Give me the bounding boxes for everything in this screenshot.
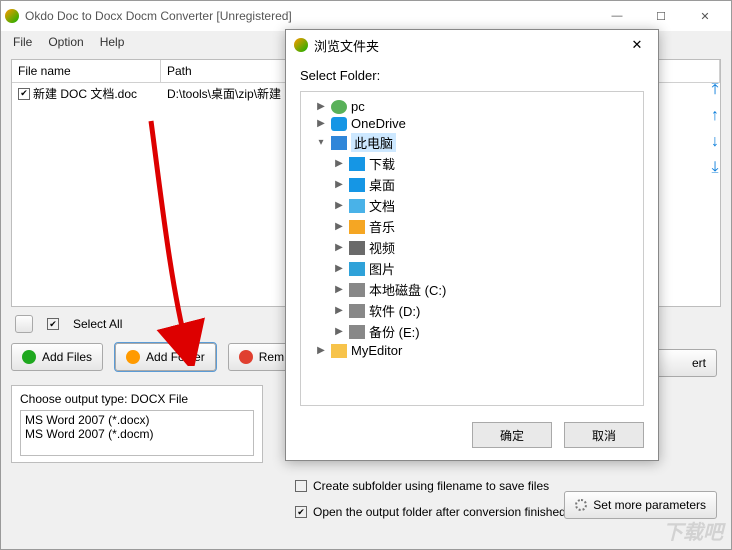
gear-icon: [575, 499, 587, 511]
desktop-icon: [349, 178, 365, 192]
drive-icon: [349, 304, 365, 318]
folder-icon: [331, 344, 347, 358]
watermark: 下载吧: [663, 516, 723, 545]
dialog-cancel-button[interactable]: 取消: [564, 422, 644, 448]
opt-subfolder: Create subfolder using filename to save …: [295, 479, 549, 493]
select-all-checkbox[interactable]: [47, 318, 59, 330]
dialog-app-icon: [294, 38, 308, 52]
music-icon: [349, 220, 365, 234]
subfolder-checkbox[interactable]: [295, 480, 307, 492]
select-all-label: Select All: [73, 317, 122, 331]
video-icon: [349, 241, 365, 255]
drive-icon: [349, 325, 365, 339]
dialog-ok-button[interactable]: 确定: [472, 422, 552, 448]
output-type-label: Choose output type: DOCX File: [20, 392, 254, 406]
minimize-button[interactable]: —: [595, 2, 639, 30]
tree-item-desktop[interactable]: ▶桌面: [305, 174, 639, 195]
subfolder-label: Create subfolder using filename to save …: [313, 479, 549, 493]
set-more-parameters-button[interactable]: Set more parameters: [564, 491, 717, 519]
dialog-close-button[interactable]: ✕: [624, 34, 650, 56]
set-more-label: Set more parameters: [593, 498, 706, 512]
main-window: Okdo Doc to Docx Docm Converter [Unregis…: [0, 0, 732, 550]
folder-tree[interactable]: ▶pc ▶OneDrive ▾此电脑 ▶下载 ▶桌面 ▶文档 ▶音乐 ▶视频 ▶…: [300, 91, 644, 406]
add-folder-button[interactable]: Add Folder: [115, 343, 216, 371]
move-top-button[interactable]: ⤒: [705, 81, 725, 99]
documents-icon: [349, 199, 365, 213]
close-button[interactable]: ✕: [683, 2, 727, 30]
openfolder-label: Open the output folder after conversion …: [313, 505, 566, 519]
output-section: Choose output type: DOCX File MS Word 20…: [11, 385, 263, 463]
dialog-title: 浏览文件夹: [314, 36, 379, 55]
preview-toggle-button[interactable]: [15, 315, 33, 333]
openfolder-checkbox[interactable]: [295, 506, 307, 518]
minus-icon: [239, 350, 253, 364]
tree-item-video[interactable]: ▶视频: [305, 237, 639, 258]
tree-item-pc[interactable]: ▶pc: [305, 98, 639, 115]
convert-label: ert: [692, 356, 706, 370]
row-checkbox[interactable]: [18, 88, 30, 100]
move-up-button[interactable]: ↑: [705, 107, 725, 125]
dialog-prompt: Select Folder:: [300, 68, 644, 83]
list-item[interactable]: MS Word 2007 (*.docm): [25, 427, 249, 441]
window-title: Okdo Doc to Docx Docm Converter [Unregis…: [25, 9, 292, 23]
user-icon: [331, 100, 347, 114]
folder-icon: [126, 350, 140, 364]
add-files-label: Add Files: [42, 350, 92, 364]
tree-item-thispc[interactable]: ▾此电脑: [305, 132, 639, 153]
remove-label: Rem: [259, 350, 284, 364]
cloud-icon: [331, 117, 347, 131]
tree-item-documents[interactable]: ▶文档: [305, 195, 639, 216]
add-files-button[interactable]: Add Files: [11, 343, 103, 371]
tree-item-diskc[interactable]: ▶本地磁盘 (C:): [305, 279, 639, 300]
row-filename: 新建 DOC 文档.doc: [33, 85, 137, 102]
tree-item-diske[interactable]: ▶备份 (E:): [305, 321, 639, 342]
plus-icon: [22, 350, 36, 364]
menu-file[interactable]: File: [13, 35, 32, 49]
computer-icon: [331, 136, 347, 150]
browse-folder-dialog: 浏览文件夹 ✕ Select Folder: ▶pc ▶OneDrive ▾此电…: [285, 29, 659, 461]
pictures-icon: [349, 262, 365, 276]
tree-item-downloads[interactable]: ▶下载: [305, 153, 639, 174]
list-item[interactable]: MS Word 2007 (*.docx): [25, 413, 249, 427]
download-icon: [349, 157, 365, 171]
move-bottom-button[interactable]: ⤓: [705, 159, 725, 177]
dialog-titlebar: 浏览文件夹 ✕: [286, 30, 658, 60]
maximize-button[interactable]: ☐: [639, 2, 683, 30]
add-folder-label: Add Folder: [146, 350, 205, 364]
move-down-button[interactable]: ↓: [705, 133, 725, 151]
tree-item-diskd[interactable]: ▶软件 (D:): [305, 300, 639, 321]
opt-openfolder: Open the output folder after conversion …: [295, 505, 566, 519]
tree-item-music[interactable]: ▶音乐: [305, 216, 639, 237]
dialog-buttons: 确定 取消: [286, 410, 658, 460]
tree-item-myeditor[interactable]: ▶MyEditor: [305, 342, 639, 359]
column-filename[interactable]: File name: [12, 60, 161, 82]
menu-help[interactable]: Help: [100, 35, 125, 49]
output-type-list[interactable]: MS Word 2007 (*.docx) MS Word 2007 (*.do…: [20, 410, 254, 456]
tree-item-onedrive[interactable]: ▶OneDrive: [305, 115, 639, 132]
tree-item-pictures[interactable]: ▶图片: [305, 258, 639, 279]
titlebar: Okdo Doc to Docx Docm Converter [Unregis…: [1, 1, 731, 31]
drive-icon: [349, 283, 365, 297]
menu-option[interactable]: Option: [48, 35, 83, 49]
app-icon: [5, 9, 19, 23]
reorder-buttons: ⤒ ↑ ↓ ⤓: [705, 81, 725, 177]
